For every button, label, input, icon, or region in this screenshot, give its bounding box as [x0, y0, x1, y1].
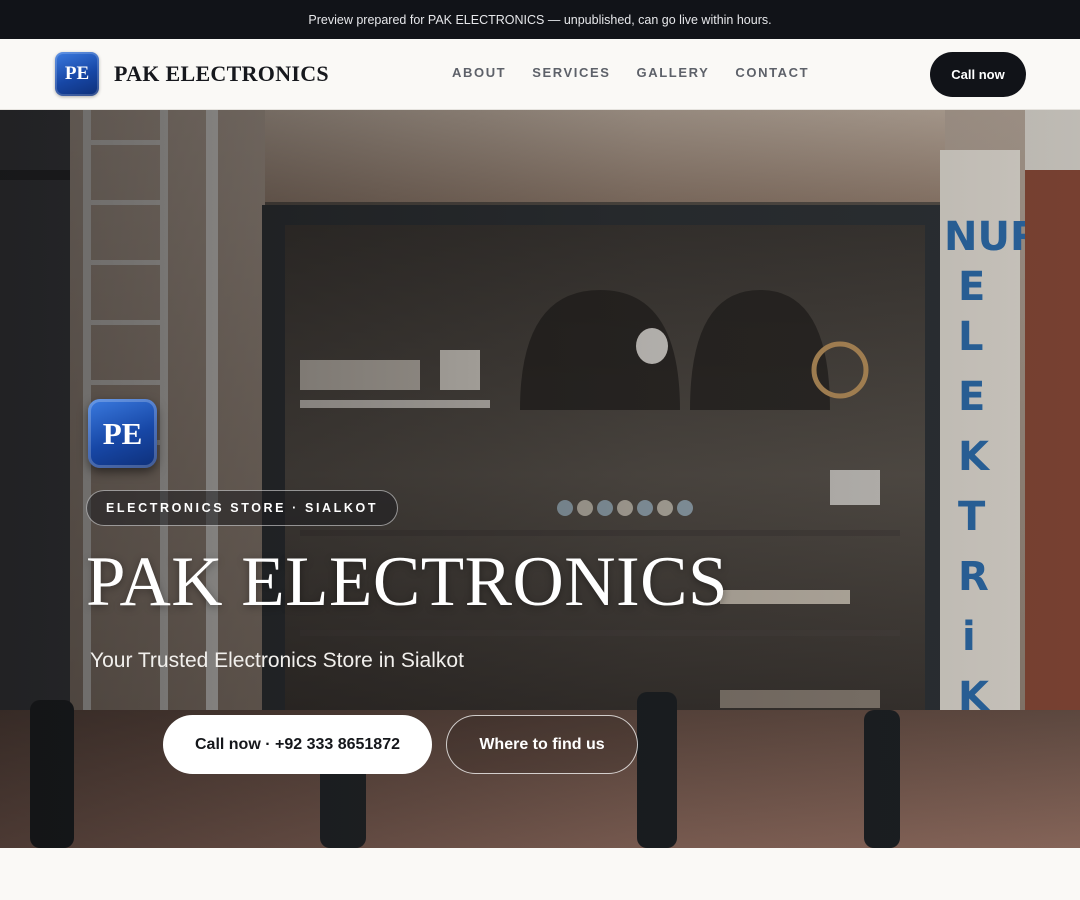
hero-title: PAK ELECTRONICS — [86, 543, 728, 621]
brand[interactable]: PE PAK ELECTRONICS — [55, 52, 329, 96]
hero-logo: PE — [88, 399, 157, 468]
brand-logo[interactable]: PE — [55, 52, 99, 96]
hero-section: NUR E L E K T R i K PE ELECTRONICS STORE… — [0, 110, 1080, 848]
hero-subtitle: Your Trusted Electronics Store in Sialko… — [90, 649, 464, 672]
brand-name[interactable]: PAK ELECTRONICS — [114, 61, 329, 87]
hero-badge: ELECTRONICS STORE · SIALKOT — [86, 490, 399, 526]
preview-banner: Preview prepared for PAK ELECTRONICS — u… — [0, 0, 1080, 39]
header-call-button[interactable]: Call now — [930, 52, 1026, 97]
preview-banner-text: Preview prepared for PAK ELECTRONICS — u… — [308, 12, 772, 27]
nav-link-contact[interactable]: CONTACT — [735, 65, 809, 80]
nav-link-gallery[interactable]: GALLERY — [637, 65, 710, 80]
where-to-find-us-button[interactable]: Where to find us — [446, 715, 638, 774]
nav-link-about[interactable]: ABOUT — [452, 65, 506, 80]
nav-link-services[interactable]: SERVICES — [532, 65, 610, 80]
site-header: PE PAK ELECTRONICS ABOUT SERVICES GALLER… — [0, 39, 1080, 110]
main-nav: ABOUT SERVICES GALLERY CONTACT — [452, 65, 809, 80]
call-now-button[interactable]: Call now · +92 333 8651872 — [163, 715, 432, 774]
